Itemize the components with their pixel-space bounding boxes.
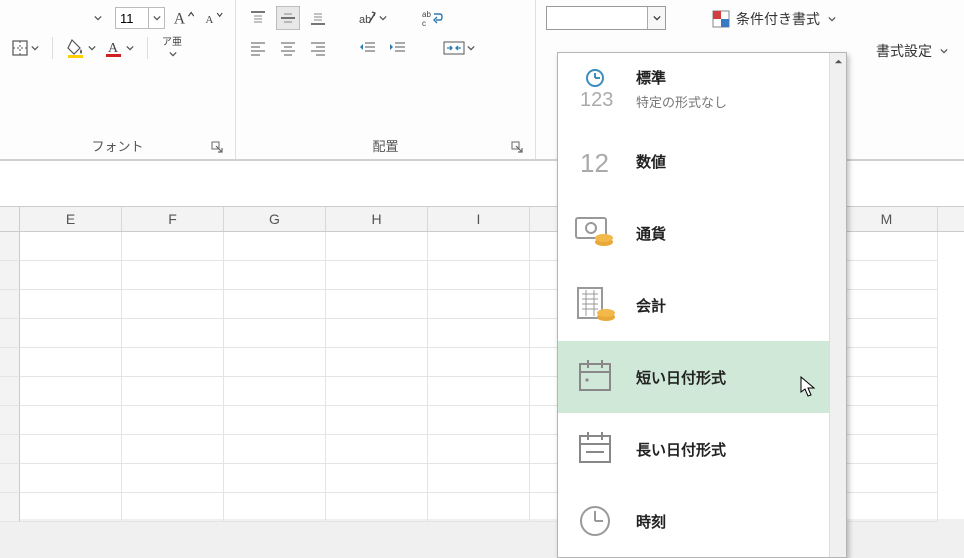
currency-icon [572,212,618,254]
number-icon: 12 [572,140,618,182]
svg-text:A: A [108,41,119,56]
general-icon: 123 [572,68,618,110]
mouse-cursor-icon [800,376,818,398]
col-header[interactable]: E [20,207,122,231]
align-left-button[interactable] [246,36,270,60]
group-label-font: フォント [91,136,143,155]
align-right-button[interactable] [306,36,330,60]
format-item-number[interactable]: 12 数値 [558,125,846,197]
decrease-indent-button[interactable] [356,36,380,60]
format-item-long-date[interactable]: 長い日付形式 [558,413,846,485]
group-font: A A [0,0,236,159]
phonetic-guide-button[interactable]: ア亜 [160,36,184,60]
format-item-title: 短い日付形式 [636,367,726,388]
number-format-combobox[interactable] [546,6,666,30]
col-header[interactable]: F [122,207,224,231]
wrap-text-button[interactable]: abc [420,6,444,30]
format-item-title: 数値 [636,151,666,172]
svg-text:A: A [174,10,186,27]
col-header[interactable]: M [836,207,938,231]
ruby-label: ア亜 [162,38,182,48]
svg-text:c: c [422,19,426,28]
time-icon [572,500,618,542]
grow-font-button[interactable]: A [171,6,195,30]
format-item-title: 通貨 [636,223,666,244]
group-alignment: ab abc [236,0,536,159]
merge-center-button[interactable] [442,36,476,60]
col-header[interactable]: H [326,207,428,231]
align-center-button[interactable] [276,36,300,60]
short-date-icon [572,356,618,398]
align-bottom-button[interactable] [306,6,330,30]
format-item-title: 時刻 [636,511,666,532]
separator [147,37,148,59]
svg-text:A: A [206,14,214,26]
cell-styles-button-partial[interactable]: 書式設定 [870,38,954,64]
orientation-button[interactable]: ab [356,6,388,30]
svg-text:12: 12 [580,148,609,178]
alignment-dialog-launcher[interactable] [511,141,525,155]
long-date-icon [572,428,618,470]
number-format-dropdown: 123 標準 特定の形式なし 12 数値 通貨 [557,52,847,558]
format-item-title: 会計 [636,295,666,316]
dropdown-scrollbar[interactable] [829,53,846,557]
group-label-alignment: 配置 [372,136,398,155]
svg-text:123: 123 [580,89,613,110]
align-middle-button[interactable] [276,6,300,30]
font-size-input[interactable] [115,7,149,29]
font-color-button[interactable]: A [103,36,135,60]
separator [52,37,53,59]
format-item-currency[interactable]: 通貨 [558,197,846,269]
shrink-font-button[interactable]: A [201,6,225,30]
conditional-format-icon [712,10,730,28]
conditional-formatting-label: 条件付き書式 [736,9,820,29]
increase-indent-button[interactable] [386,36,410,60]
cell-styles-label: 書式設定 [876,41,932,61]
format-item-sub: 特定の形式なし [636,92,727,111]
font-size-caret[interactable] [149,7,165,29]
format-item-title: 長い日付形式 [636,439,726,460]
format-item-title: 標準 [636,67,727,88]
conditional-formatting-button[interactable]: 条件付き書式 [706,6,842,32]
scroll-up-arrow[interactable] [831,53,846,70]
format-item-accounting[interactable]: 会計 [558,269,846,341]
col-header[interactable]: G [224,207,326,231]
col-header[interactable]: I [428,207,530,231]
format-item-time[interactable]: 時刻 [558,485,846,557]
svg-text:ab: ab [359,14,371,26]
align-top-button[interactable] [246,6,270,30]
font-family-caret[interactable] [85,6,109,30]
font-dialog-launcher[interactable] [211,141,225,155]
border-button[interactable] [10,36,40,60]
fill-color-button[interactable] [65,36,97,60]
svg-text:ab: ab [422,10,431,19]
format-item-general[interactable]: 123 標準 特定の形式なし [558,53,846,125]
accounting-icon [572,284,618,326]
number-format-caret[interactable] [647,7,665,29]
